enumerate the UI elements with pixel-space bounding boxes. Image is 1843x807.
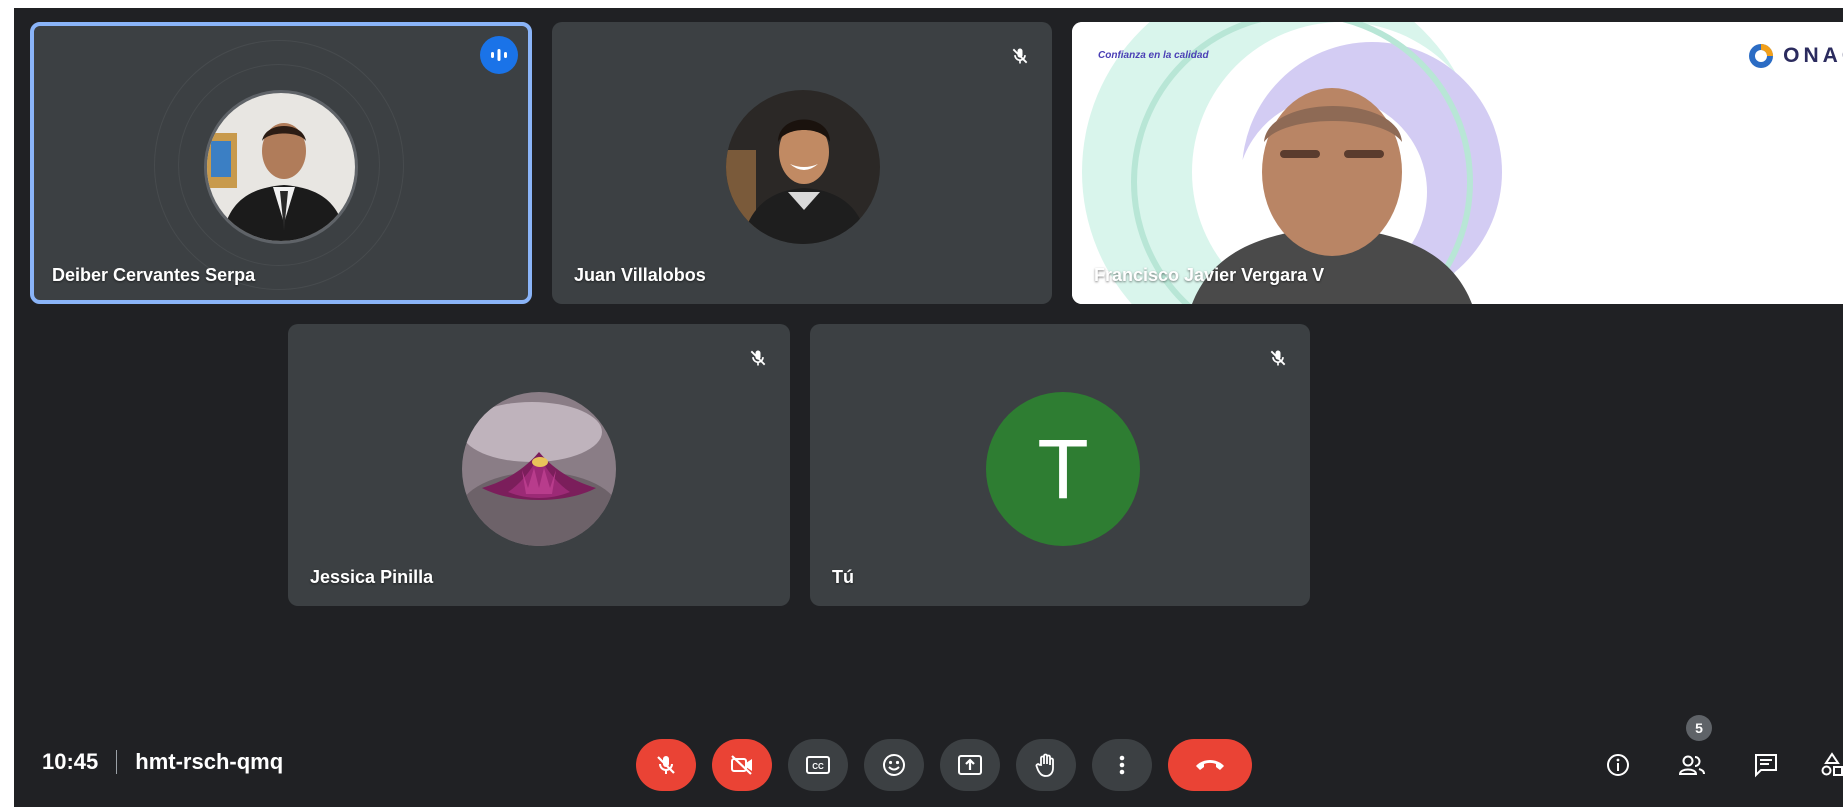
onac-logo: ONAC — [1747, 42, 1843, 70]
meeting-time: 10:45 — [42, 749, 99, 774]
speaking-indicator-icon — [480, 36, 518, 74]
mic-off-icon — [657, 756, 675, 774]
participant-name: Juan Villalobos — [574, 265, 706, 285]
participant-name: Jessica Pinilla — [310, 567, 434, 587]
participant-tile-deiber[interactable]: Deiber Cervantes Serpa — [30, 22, 532, 304]
onac-logo-icon — [1749, 44, 1774, 68]
present-screen-icon — [958, 755, 982, 775]
meeting-info-icon — [1607, 754, 1629, 776]
participant-tile-self[interactable]: T Tú — [810, 324, 1310, 606]
avatar-juan — [726, 90, 880, 244]
more-options-button[interactable] — [1092, 739, 1152, 791]
leave-call-button[interactable] — [1168, 739, 1252, 791]
svg-text:CC: CC — [812, 762, 824, 771]
presentation-tagline: Confianza en la calidad — [1098, 50, 1209, 61]
mic-muted-icon — [740, 340, 776, 376]
more-options-icon — [1119, 755, 1125, 775]
participant-tile-francisco[interactable]: Confianza en la calidad ONAC Francisco J… — [1072, 22, 1843, 304]
present-now-button[interactable] — [940, 739, 1000, 791]
participant-tile-juan[interactable]: Juan Villalobos — [552, 22, 1052, 304]
emoji-icon — [883, 754, 905, 776]
bottom-toolbar: 10:45 hmt-rsch-qmq CC 5 — [14, 715, 1843, 807]
meeting-code: hmt-rsch-qmq — [135, 749, 284, 774]
mic-muted-icon — [1260, 340, 1296, 376]
captions-button[interactable]: CC — [788, 739, 848, 791]
raise-hand-button[interactable] — [1016, 739, 1076, 791]
chat-button[interactable] — [1744, 743, 1788, 787]
mic-toggle-button[interactable] — [636, 739, 696, 791]
participant-name: Tú — [832, 567, 854, 587]
separator — [116, 750, 118, 774]
avatar-initial: T — [1037, 421, 1089, 516]
captions-icon: CC — [806, 756, 830, 774]
camera-toggle-button[interactable] — [712, 739, 772, 791]
avatar-self: T — [986, 392, 1140, 546]
raise-hand-icon — [1035, 753, 1054, 777]
participant-tile-jessica[interactable]: Jessica Pinilla — [288, 324, 790, 606]
participant-count-badge: 5 — [1686, 715, 1712, 741]
avatar-jessica — [462, 392, 616, 546]
mic-muted-icon — [1002, 38, 1038, 74]
reactions-button[interactable] — [864, 739, 924, 791]
people-button[interactable] — [1670, 743, 1714, 787]
activities-icon — [1821, 752, 1843, 776]
meeting-details: 10:45 hmt-rsch-qmq — [42, 749, 283, 775]
avatar-deiber — [204, 90, 358, 244]
presentation-background — [1072, 22, 1843, 304]
activities-button[interactable] — [1810, 743, 1843, 787]
screenshot-frame: Deiber Cervantes Serpa Juan Villalobos C… — [0, 0, 1843, 807]
end-call-icon — [1196, 760, 1224, 770]
chat-icon — [1755, 754, 1777, 778]
meeting-details-button[interactable] — [1596, 743, 1640, 787]
participant-name: Deiber Cervantes Serpa — [52, 265, 256, 285]
people-icon — [1678, 755, 1705, 775]
meet-window: Deiber Cervantes Serpa Juan Villalobos C… — [14, 8, 1843, 807]
camera-off-icon — [731, 755, 752, 775]
onac-logo-text: ONAC — [1783, 44, 1843, 67]
participant-name: Francisco Javier Vergara V — [1094, 265, 1325, 285]
